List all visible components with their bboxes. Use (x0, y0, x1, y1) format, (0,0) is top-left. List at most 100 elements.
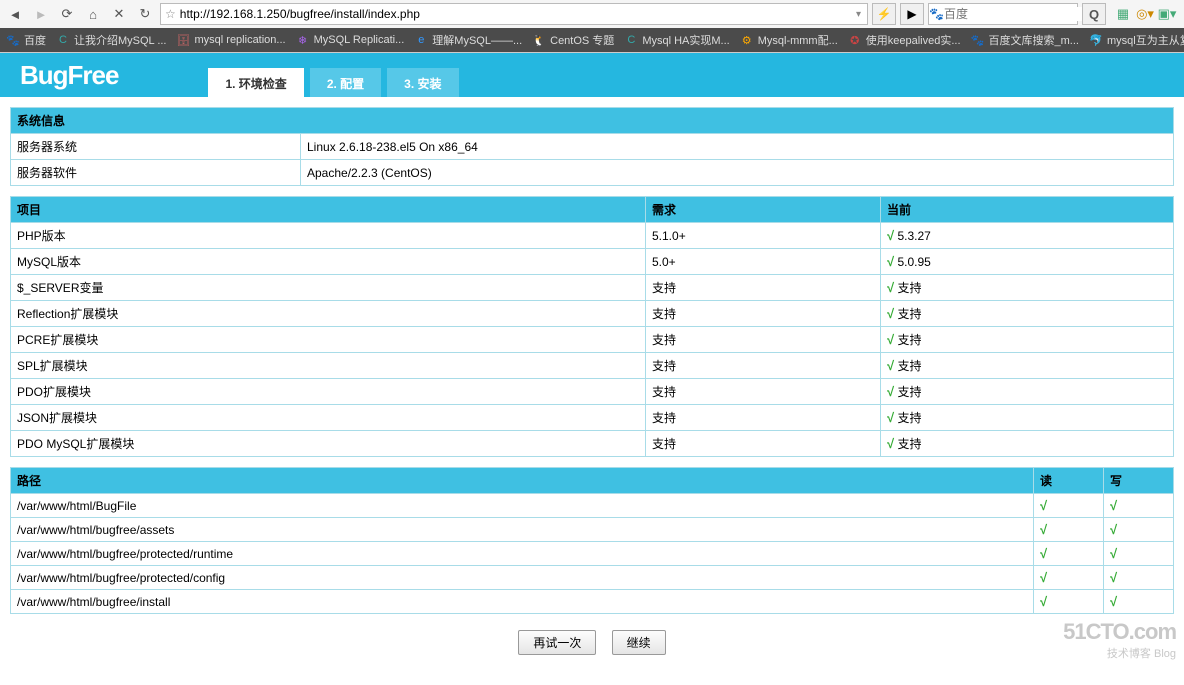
item-label: JSON扩展模块 (11, 405, 646, 431)
toolbar-extras: ▦ ◎▾ ▣▾ (1110, 5, 1180, 23)
ext-icon-3[interactable]: ▣▾ (1158, 5, 1176, 23)
dropdown-icon[interactable]: ▾ (854, 9, 863, 20)
path-read: √ (1034, 566, 1104, 590)
home-button[interactable]: ⌂ (82, 4, 104, 24)
path-read: √ (1034, 590, 1104, 614)
table-row: PDO扩展模块支持√ 支持 (11, 379, 1174, 405)
bookmark-label: MySQL Replicati... (314, 34, 405, 46)
stop-button[interactable]: ✕ (108, 4, 130, 24)
item-cur: √ 支持 (881, 431, 1174, 457)
check-icon: √ (887, 332, 894, 347)
items-header-item: 项目 (11, 197, 646, 223)
sysinfo-label: 服务器系统 (11, 134, 301, 160)
reload-button[interactable]: ⟳ (56, 4, 78, 24)
items-header-cur: 当前 (881, 197, 1174, 223)
bookmark-item[interactable]: 🐾百度 (6, 32, 46, 48)
item-label: PCRE扩展模块 (11, 327, 646, 353)
retry-button[interactable]: 再试一次 (518, 630, 596, 655)
tab-config[interactable]: 2. 配置 (310, 68, 381, 97)
table-row: SPL扩展模块支持√ 支持 (11, 353, 1174, 379)
search-provider-icon[interactable]: 🐾 (929, 7, 944, 21)
bookmark-icon: 🐾 (971, 33, 985, 47)
path-value: /var/www/html/bugfree/protected/config (11, 566, 1034, 590)
item-cur: √ 5.0.95 (881, 249, 1174, 275)
item-req: 5.1.0+ (646, 223, 881, 249)
app-header: BugFree 1. 环境检查 2. 配置 3. 安装 (0, 53, 1184, 97)
table-row: MySQL版本5.0+√ 5.0.95 (11, 249, 1174, 275)
bookmark-item[interactable]: CMysql HA实现M... (624, 32, 729, 48)
item-req: 支持 (646, 379, 881, 405)
table-row: $_SERVER变量支持√ 支持 (11, 275, 1174, 301)
paths-header-read: 读 (1034, 468, 1104, 494)
search-button[interactable]: Q (1082, 3, 1106, 25)
url-input[interactable] (180, 6, 854, 22)
check-icon: √ (1040, 594, 1047, 609)
ext-icon-1[interactable]: ▦ (1114, 5, 1132, 23)
bookmark-label: 百度文库搜索_m... (989, 32, 1079, 48)
item-cur: √ 支持 (881, 301, 1174, 327)
bookmark-item[interactable]: 🐾 百度文库搜索_m... (971, 32, 1079, 48)
check-icon: √ (1040, 570, 1047, 585)
bookmark-icon: ⚙ (740, 33, 754, 47)
item-req: 支持 (646, 431, 881, 457)
bookmarks-bar: 🐾百度 C让我介绍MySQL ... 🗄mysql replication... ❄M… (0, 28, 1184, 52)
play-button[interactable]: ▶ (900, 3, 924, 25)
table-row: /var/www/html/bugfree/install√√ (11, 590, 1174, 614)
check-icon: √ (1110, 522, 1117, 537)
table-row: /var/www/html/bugfree/protected/runtime√… (11, 542, 1174, 566)
bookmark-icon: ✪ (848, 33, 862, 47)
bookmark-label: Mysql HA实现M... (642, 32, 729, 48)
check-icon: √ (887, 306, 894, 321)
bookmark-item[interactable]: ❄MySQL Replicati... (296, 33, 405, 47)
path-value: /var/www/html/BugFile (11, 494, 1034, 518)
app-logo: BugFree (20, 60, 118, 91)
bookmark-item[interactable]: 🐬mysql互为主从复... (1089, 32, 1184, 48)
check-icon: √ (887, 436, 894, 451)
bookmark-icon: e (414, 33, 428, 47)
forward-button[interactable]: ► (30, 4, 52, 24)
table-row: 服务器系统Linux 2.6.18-238.el5 On x86_64 (11, 134, 1174, 160)
flash-button[interactable]: ⚡ (872, 3, 896, 25)
bookmark-star-icon[interactable]: ☆ (165, 7, 176, 21)
item-req: 支持 (646, 275, 881, 301)
path-read: √ (1034, 542, 1104, 566)
bookmark-item[interactable]: 🐧 CentOS 专题 (532, 32, 614, 48)
back-button[interactable]: ◄ (4, 4, 26, 24)
main-content: 系统信息 服务器系统Linux 2.6.18-238.el5 On x86_64… (0, 97, 1184, 685)
check-icon: √ (887, 228, 894, 243)
bookmark-icon: C (56, 33, 70, 47)
check-icon: √ (887, 254, 894, 269)
check-icon: √ (1110, 498, 1117, 513)
bookmark-item[interactable]: e理解MySQL——... (414, 32, 522, 48)
browser-navbar: ◄ ► ⟳ ⌂ ✕ ↻ ☆ ▾ ⚡ ▶ 🐾 Q ▦ ◎▾ ▣▾ (0, 0, 1184, 28)
item-label: $_SERVER变量 (11, 275, 646, 301)
tab-env-check[interactable]: 1. 环境检查 (208, 68, 303, 97)
table-row: 服务器软件Apache/2.2.3 (CentOS) (11, 160, 1174, 186)
bookmark-item[interactable]: 🗄mysql replication... (177, 33, 286, 47)
table-row: PHP版本5.1.0+√ 5.3.27 (11, 223, 1174, 249)
bookmark-item[interactable]: ✪ 使用keepalived实... (848, 32, 961, 48)
bookmark-label: Mysql-mmm配... (758, 32, 838, 48)
ext-icon-2[interactable]: ◎▾ (1136, 5, 1154, 23)
item-label: PHP版本 (11, 223, 646, 249)
check-icon: √ (1040, 498, 1047, 513)
sysinfo-table: 系统信息 服务器系统Linux 2.6.18-238.el5 On x86_64… (10, 107, 1174, 186)
bookmark-item[interactable]: C让我介绍MySQL ... (56, 32, 167, 48)
bookmark-label: CentOS 专题 (550, 32, 614, 48)
bookmark-item[interactable]: ⚙ Mysql-mmm配... (740, 32, 838, 48)
items-table: 项目 需求 当前 PHP版本5.1.0+√ 5.3.27MySQL版本5.0+√… (10, 196, 1174, 457)
path-write: √ (1104, 542, 1174, 566)
bookmark-icon: 🐧 (532, 33, 546, 47)
path-write: √ (1104, 590, 1174, 614)
bookmark-label: 使用keepalived实... (866, 32, 961, 48)
table-row: JSON扩展模块支持√ 支持 (11, 405, 1174, 431)
item-req: 支持 (646, 327, 881, 353)
url-bar[interactable]: ☆ ▾ (160, 3, 868, 25)
item-cur: √ 支持 (881, 405, 1174, 431)
wizard-tabs: 1. 环境检查 2. 配置 3. 安装 (208, 68, 458, 97)
search-bar[interactable]: 🐾 (928, 3, 1078, 25)
tab-install[interactable]: 3. 安装 (387, 68, 458, 97)
search-input[interactable] (944, 7, 1099, 21)
history-button[interactable]: ↻ (134, 4, 156, 24)
continue-button[interactable]: 继续 (612, 630, 666, 655)
